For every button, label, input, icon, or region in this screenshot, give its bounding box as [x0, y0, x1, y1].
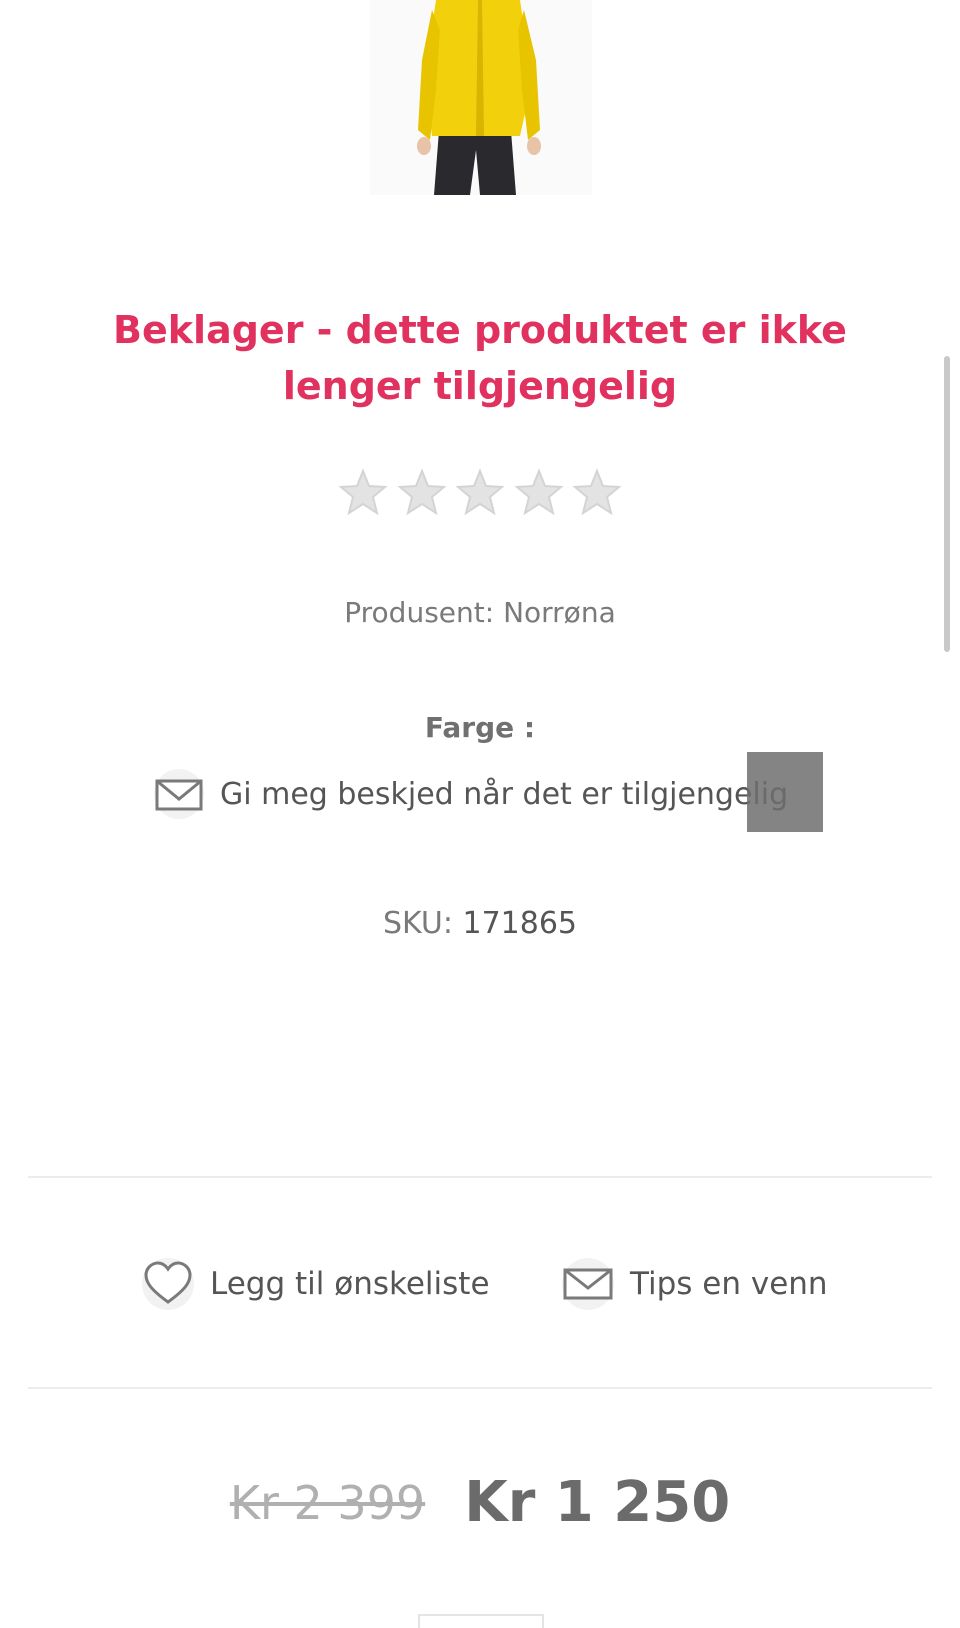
add-to-wishlist-button[interactable]: Legg til ønskeliste — [140, 1254, 490, 1314]
unavailable-title: Beklager - dette produktet er ikke lenge… — [113, 308, 847, 408]
mail-icon — [154, 769, 204, 819]
notify-when-available-link[interactable]: Gi meg beskjed når det er tilgjengelig — [152, 764, 788, 824]
wishlist-label: Legg til ønskeliste — [210, 1266, 490, 1302]
tip-label: Tips en venn — [630, 1266, 828, 1302]
selection-highlight — [747, 752, 823, 832]
mail-icon — [562, 1258, 614, 1310]
price-block: Kr 2 399 Kr 1 250 — [0, 1470, 960, 1535]
manufacturer: Produsent: Norrøna — [344, 596, 616, 629]
color-label: Farge : — [424, 711, 536, 744]
product-image — [370, 0, 592, 195]
sku-label: SKU: — [382, 906, 453, 941]
star-icon — [338, 468, 388, 516]
quantity-box[interactable] — [418, 1614, 544, 1628]
divider — [28, 1387, 932, 1389]
rating-stars[interactable] — [336, 466, 624, 522]
heart-icon — [142, 1258, 194, 1310]
star-icon — [455, 468, 505, 516]
divider — [28, 1176, 932, 1178]
star-icon — [572, 468, 622, 516]
tip-a-friend-button[interactable]: Tips en venn — [560, 1254, 828, 1314]
star-icon — [513, 468, 564, 516]
new-price: Kr 1 250 — [464, 1470, 731, 1535]
star-icon — [396, 468, 447, 516]
old-price: Kr 2 399 — [229, 1475, 426, 1530]
scrollbar[interactable] — [944, 356, 950, 652]
notify-label: Gi meg beskjed når det er tilgjengelig — [220, 776, 789, 812]
sku-value: 171865 — [462, 906, 578, 941]
sku: SKU: 171865 — [0, 906, 960, 941]
